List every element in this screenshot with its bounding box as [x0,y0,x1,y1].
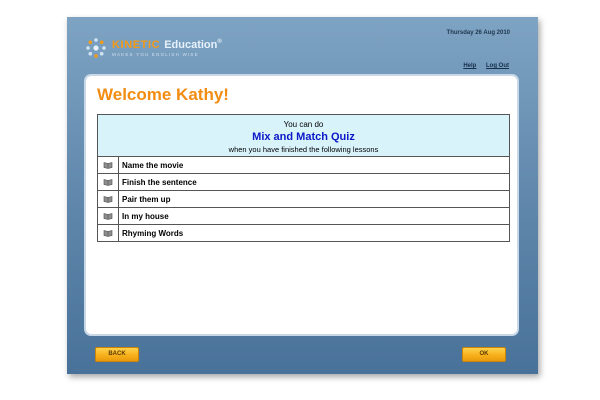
brand-name: KINETIC [112,39,161,51]
top-links: Help Log Out [455,63,509,69]
lesson-row[interactable]: Name the movie [97,156,510,174]
quiz-condition: when you have finished the following les… [228,145,379,154]
current-date: Thursday 26 Aug 2010 [446,30,510,36]
book-icon [103,230,113,238]
quiz-header-cell: You can do Mix and Match Quiz when you h… [97,114,510,157]
logo-brand-text: KINETIC Education® [112,39,222,51]
lesson-label[interactable]: Pair them up [118,190,510,208]
welcome-heading: Welcome Kathy! [97,85,229,104]
app-window: KINETIC Education® MAKES YOU ENGLISH WISE… [67,17,538,374]
lesson-label[interactable]: Finish the sentence [118,173,510,191]
back-button[interactable]: BACK [95,347,139,362]
lesson-label[interactable]: In my house [118,207,510,225]
help-link[interactable]: Help [463,63,476,69]
book-icon [103,179,113,187]
kinetic-logo: KINETIC Education® MAKES YOU ENGLISH WISE [85,37,245,61]
brand-tagline: MAKES YOU ENGLISH WISE [112,52,199,57]
quiz-name: Mix and Match Quiz [252,131,355,143]
main-panel: Welcome Kathy! You can do Mix and Match … [84,74,519,336]
lesson-label[interactable]: Name the movie [118,156,510,174]
logout-link[interactable]: Log Out [486,63,509,69]
book-icon [103,162,113,170]
brand-reg-mark: ® [217,39,223,45]
logo-dots-icon [86,38,106,58]
lesson-row[interactable]: In my house [97,207,510,225]
quiz-header-row: You can do Mix and Match Quiz when you h… [97,114,510,157]
lesson-row[interactable]: Finish the sentence [97,173,510,191]
ok-button[interactable]: OK [462,347,506,362]
lesson-label[interactable]: Rhyming Words [118,224,510,242]
lesson-row[interactable]: Pair them up [97,190,510,208]
book-icon [103,213,113,221]
quiz-intro: You can do [283,120,324,129]
book-icon [103,196,113,204]
brand-product: Education [164,39,218,51]
lessons-table: You can do Mix and Match Quiz when you h… [97,114,510,242]
lesson-row[interactable]: Rhyming Words [97,224,510,242]
